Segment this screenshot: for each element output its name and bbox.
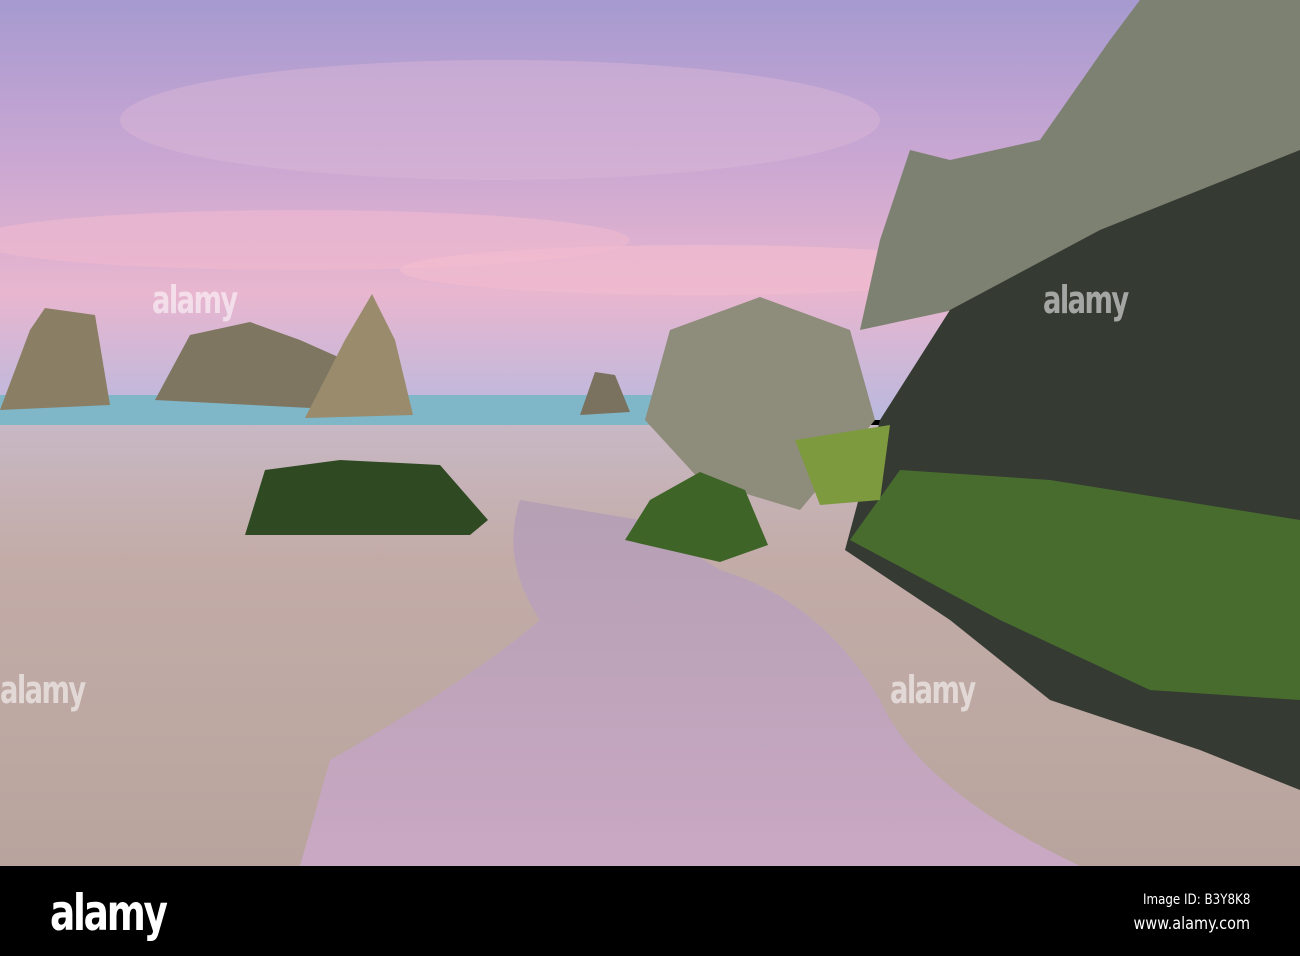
watermark-text: alamy <box>1043 278 1129 322</box>
watermark-text: alamy <box>890 668 976 712</box>
watermark-text: alamy <box>152 278 238 322</box>
watermark-text: alamy <box>0 668 86 712</box>
image-id: Image ID: B3Y8K8 <box>1142 892 1250 908</box>
beach-sea-stacks-photo <box>0 0 1300 866</box>
stock-photo: alamy alamy alamy alamy alamy Image ID: … <box>0 0 1300 956</box>
website-link: www.alamy.com <box>1133 914 1250 934</box>
alamy-logo: alamy <box>50 884 168 942</box>
footer-bar: alamy Image ID: B3Y8K8 www.alamy.com <box>0 866 1300 956</box>
